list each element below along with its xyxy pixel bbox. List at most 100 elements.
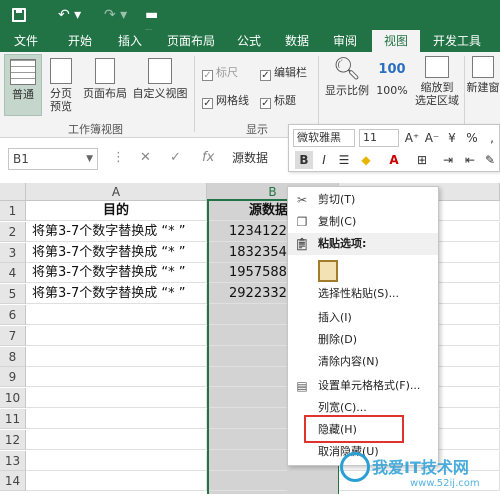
cell-a[interactable] [26,326,207,346]
formula-bar-check-box[interactable]: ✓ [260,70,271,81]
row-header[interactable]: 10 [0,388,26,408]
zoom-button[interactable]: 🔍︎ 显示比例 [322,56,372,116]
row-header[interactable]: 5 [0,284,26,304]
cell-b[interactable] [209,430,287,450]
tab-home[interactable]: 开始 [56,30,104,52]
formula-bar-checkbox[interactable]: ✓ 编辑栏 [260,66,307,81]
fill-color-icon[interactable]: ◆ [357,151,375,169]
headings-check-box[interactable]: ✓ [260,98,271,109]
gridlines-check-box[interactable]: ✓ [202,98,213,109]
name-box[interactable]: B1 ▼ [8,148,98,170]
chevron-down-icon[interactable]: ▼ [86,149,93,169]
zoom-to-selection-button[interactable]: 缩放到 选定区域 [412,56,462,116]
cancel-icon[interactable]: ✕ [140,150,151,165]
paste-icon[interactable] [318,260,338,282]
tab-data[interactable]: 数据 [276,30,318,52]
tab-formulas[interactable]: 公式 [228,30,270,52]
cell-b[interactable] [209,471,287,491]
ruler-checkbox[interactable]: ✓ 标尺 [202,66,238,81]
tab-review[interactable]: 审阅 [324,30,366,52]
cell-b[interactable] [209,326,287,346]
cell-b[interactable]: 19575889 [209,263,287,283]
cell-b[interactable] [209,409,287,429]
row-header[interactable]: 9 [0,367,26,387]
cell-a[interactable] [26,305,207,325]
cell-a[interactable] [26,471,207,491]
decrease-decimal-icon[interactable]: ⇤ [461,151,479,169]
tab-view[interactable]: 视图 [372,30,420,52]
borders-icon[interactable]: ⊞ [413,151,431,169]
custom-views-button[interactable]: 自定义视图 [130,54,190,116]
new-window-button[interactable]: 新建窗 [466,56,500,116]
format-painter-icon[interactable]: ✎ [481,151,499,169]
cell-a[interactable] [26,367,207,387]
column-header-a[interactable]: A [26,183,207,201]
comma-style-icon[interactable]: , [483,129,500,147]
cell-b[interactable]: 12341227 [209,222,287,242]
menu-item-clear-contents[interactable]: 清除内容(N) [288,351,438,373]
menu-item-delete[interactable]: 删除(D) [288,329,438,351]
ruler-check-box[interactable]: ✓ [202,70,213,81]
save-icon[interactable] [12,8,26,22]
gridlines-checkbox[interactable]: ✓ 网格线 [202,94,249,109]
shrink-font-icon[interactable]: A⁻ [423,129,441,147]
cell-a[interactable]: 目的 [26,201,207,221]
normal-view-button[interactable]: 普通 [4,54,42,116]
cell-b[interactable]: 18323541 [209,243,287,263]
menu-item-paste-special[interactable]: 选择性粘贴(S)... [288,283,438,305]
menu-item-cut[interactable]: ✂ 剪切(T) [288,189,438,211]
cell-b[interactable] [209,367,287,387]
select-all-corner[interactable] [0,183,26,201]
cell-b[interactable] [209,451,287,471]
cell-b[interactable] [209,388,287,408]
enter-icon[interactable]: ✓ [170,150,181,165]
cell-a[interactable]: 将第3-7个数字替换成 “* ” [26,284,207,304]
menu-item-format-cells[interactable]: ▤ 设置单元格格式(F)... [288,375,438,397]
percent-style-icon[interactable]: % [463,129,481,147]
row-header[interactable]: 14 [0,471,26,491]
redo-icon[interactable]: ↷ ▾ [104,6,127,24]
headings-checkbox[interactable]: ✓ 标题 [260,94,296,109]
cell-a[interactable] [26,347,207,367]
row-header[interactable]: 13 [0,451,26,471]
cell-b[interactable] [209,305,287,325]
cell-a[interactable] [26,451,207,471]
cell-b[interactable]: 源数据 [209,201,287,221]
insert-function-icon[interactable]: fx [202,150,214,165]
align-center-icon[interactable]: ☰ [335,151,353,169]
cell-a[interactable]: 将第3-7个数字替换成 “* ” [26,243,207,263]
font-size-dropdown[interactable]: 11 [359,129,399,147]
tab-insert[interactable]: 插入 [108,30,152,52]
menu-item-insert[interactable]: 插入(I) [288,307,438,329]
row-header[interactable]: 2 [0,222,26,242]
italic-icon[interactable]: I [315,151,333,169]
row-header[interactable]: 6 [0,305,26,325]
menu-item-copy[interactable]: ❐ 复制(C) [288,211,438,233]
font-name-dropdown[interactable]: 微软雅黑 [293,129,355,147]
bold-icon[interactable]: B [295,151,313,169]
font-color-icon[interactable]: A [385,151,403,169]
page-break-preview-button[interactable]: 分页 预览 [44,54,78,116]
tab-page-layout[interactable]: 页面布局 [160,30,222,52]
row-header[interactable]: 8 [0,347,26,367]
page-layout-view-button[interactable]: 页面布局 [80,54,130,116]
cell-b[interactable] [209,347,287,367]
cell-b[interactable]: 29223324 [209,284,287,304]
cell-a[interactable]: 将第3-7个数字替换成 “* ” [26,263,207,283]
row-header[interactable]: 3 [0,243,26,263]
row-header[interactable]: 12 [0,430,26,450]
cell-a[interactable]: 将第3-7个数字替换成 “* ” [26,222,207,242]
row-header[interactable]: 7 [0,326,26,346]
cell-a[interactable] [26,388,207,408]
tab-file[interactable]: 文件 [4,30,48,52]
formula-input[interactable]: 源数据 [232,148,292,170]
undo-icon[interactable]: ↶ ▾ [58,6,81,24]
cell-a[interactable] [26,409,207,429]
zoom-100-button[interactable]: 100 100% [374,56,410,116]
increase-decimal-icon[interactable]: ⇥ [439,151,457,169]
row-header[interactable]: 11 [0,409,26,429]
grow-font-icon[interactable]: A⁺ [403,129,421,147]
accounting-format-icon[interactable]: ¥ [443,129,461,147]
row-header[interactable]: 4 [0,263,26,283]
cell-a[interactable] [26,430,207,450]
